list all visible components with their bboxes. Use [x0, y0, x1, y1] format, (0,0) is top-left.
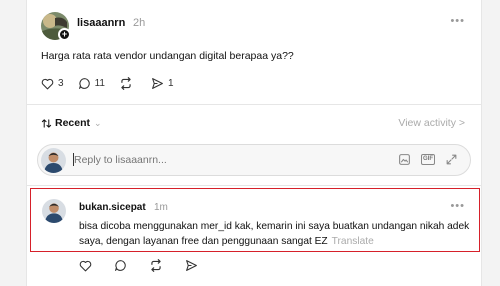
reply-input[interactable]: [74, 154, 274, 166]
repost-button[interactable]: [119, 77, 137, 90]
sort-dropdown[interactable]: Recent ⌄: [41, 117, 102, 129]
view-activity-link[interactable]: View activity >: [398, 117, 465, 129]
share-button[interactable]: [185, 259, 202, 272]
gif-icon[interactable]: GIF: [421, 154, 435, 165]
comment-actions: [79, 259, 216, 272]
post-text: Harga rata rata vendor undangan digital …: [41, 50, 294, 62]
heart-icon: [79, 260, 92, 271]
reply-button[interactable]: [114, 259, 131, 272]
repost-icon: [151, 259, 161, 272]
more-options-icon[interactable]: •••: [450, 15, 465, 27]
follow-plus-icon[interactable]: +: [58, 28, 71, 41]
share-button[interactable]: 1: [151, 77, 174, 90]
expand-icon[interactable]: [445, 153, 458, 166]
post-actions: 3 11 1: [41, 77, 188, 90]
like-count: 3: [58, 78, 64, 89]
sort-arrows-icon: [41, 118, 52, 128]
share-count: 1: [167, 78, 174, 89]
like-button[interactable]: 3: [41, 78, 64, 90]
translate-link[interactable]: Translate: [332, 236, 374, 247]
original-post: + lisaaanrn 2h ••• Harga rata rata vendo…: [27, 0, 481, 104]
composer-tools: GIF: [388, 153, 458, 166]
sort-label: Recent: [55, 117, 91, 129]
comment-timestamp: 1m: [154, 202, 168, 213]
thread-card: + lisaaanrn 2h ••• Harga rata rata vendo…: [26, 0, 482, 286]
heart-icon: [41, 78, 54, 89]
comment-icon: [78, 78, 90, 89]
comment-icon: [115, 260, 126, 271]
like-button[interactable]: [79, 260, 96, 272]
repost-button[interactable]: [149, 259, 167, 272]
post-timestamp: 2h: [133, 17, 146, 29]
comment-body: bisa dicoba menggunakan mer_id kak, kema…: [79, 221, 470, 247]
chevron-down-icon: ⌄: [94, 117, 102, 128]
send-icon: [152, 78, 163, 89]
repost-icon: [121, 77, 131, 90]
send-icon: [186, 260, 197, 271]
image-icon[interactable]: [398, 153, 411, 166]
avatar[interactable]: [42, 199, 66, 223]
reply-count: 11: [94, 78, 105, 89]
divider: [27, 185, 481, 186]
comment-text: bisa dicoba menggunakan mer_id kak, kema…: [79, 219, 477, 249]
divider: [27, 104, 481, 105]
comment-username[interactable]: bukan.sicepat: [79, 202, 146, 213]
reply-composer[interactable]: GIF: [37, 144, 471, 176]
reply-button[interactable]: 11: [78, 77, 105, 90]
avatar: [41, 148, 66, 173]
post-username[interactable]: lisaaanrn: [77, 17, 125, 29]
comment-more-options-icon[interactable]: •••: [450, 200, 465, 212]
